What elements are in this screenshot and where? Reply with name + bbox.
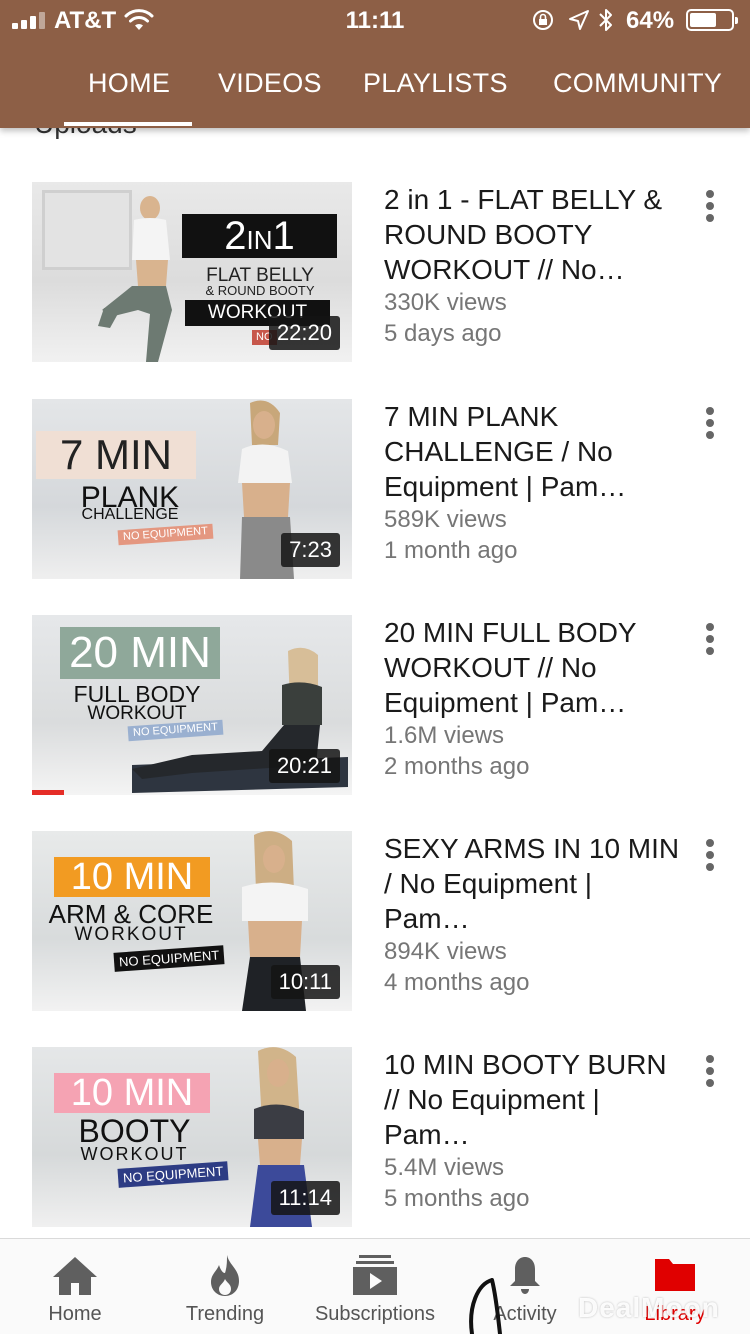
video-meta: SEXY ARMS IN 10 MIN / No Equipment | Pam…: [384, 831, 684, 998]
video-thumbnail[interactable]: 2IN1 FLAT BELLY & ROUND BOOTY WORKOUT NO…: [32, 182, 352, 362]
video-meta: 7 MIN PLANK CHALLENGE / No Equipment | P…: [384, 399, 684, 566]
nav-label: Trending: [185, 1303, 265, 1325]
thumb-subtitle-2: WORKOUT: [80, 1144, 189, 1164]
video-thumbnail[interactable]: 10 MIN BOOTY WORKOUT NO EQUIPMENT 11:14: [32, 1047, 352, 1227]
video-title[interactable]: SEXY ARMS IN 10 MIN / No Equipment | Pam…: [384, 831, 684, 936]
more-options-icon[interactable]: [696, 1053, 724, 1089]
channel-tabs: HOME VIDEOS PLAYLISTS COMMUNITY: [0, 62, 750, 128]
nav-home[interactable]: Home: [0, 1239, 150, 1334]
more-options-icon[interactable]: [696, 405, 724, 441]
more-options-icon[interactable]: [696, 837, 724, 873]
thumb-subtitle: BOOTY: [78, 1113, 191, 1149]
thumb-headline: 20 MIN: [60, 627, 220, 679]
video-age: 2 months ago: [384, 753, 530, 780]
video-item[interactable]: 10 MIN ARM & CORE WORKOUT NO EQUIPMENT 1…: [0, 831, 750, 1016]
tab-videos[interactable]: VIDEOS: [218, 68, 322, 99]
video-duration: 22:20: [268, 316, 340, 350]
video-meta: 10 MIN BOOTY BURN // No Equipment | Pam……: [384, 1047, 684, 1214]
video-item[interactable]: 20 MIN FULL BODY WORKOUT NO EQUIPMENT 20…: [0, 615, 750, 800]
thumb-headline: 10 MIN: [54, 1073, 210, 1113]
video-title[interactable]: 10 MIN BOOTY BURN // No Equipment | Pam…: [384, 1047, 684, 1152]
nav-subscriptions[interactable]: Subscriptions: [300, 1239, 450, 1334]
thumb-headline: 10 MIN: [54, 857, 210, 897]
thumb-subtitle-2: WORKOUT: [74, 924, 188, 945]
watch-progress-bar: [32, 790, 64, 795]
watermark: DealMoon: [578, 1292, 720, 1323]
status-bar: AT&T 11:11 64%: [0, 0, 750, 42]
more-options-icon[interactable]: [696, 188, 724, 224]
video-duration: 11:14: [270, 1181, 340, 1215]
tab-home[interactable]: HOME: [88, 68, 170, 99]
video-title[interactable]: 2 in 1 - FLAT BELLY & ROUND BOOTY WORKOU…: [384, 182, 684, 287]
video-duration: 10:11: [270, 965, 340, 999]
bluetooth-icon: [599, 9, 612, 31]
handwritten-stroke: [469, 1278, 502, 1334]
video-views: 1.6M views: [384, 722, 505, 749]
video-age: 5 days ago: [384, 320, 502, 347]
tab-playlists[interactable]: PLAYLISTS: [363, 68, 508, 99]
video-views: 5.4M views: [384, 1154, 505, 1181]
subscriptions-icon: [353, 1255, 397, 1295]
battery-percent: 64%: [626, 7, 675, 34]
thumb-headline: 7 MIN: [36, 431, 196, 479]
video-title[interactable]: 20 MIN FULL BODY WORKOUT // No Equipment…: [384, 615, 684, 720]
thumb-subtitle-2: CHALLENGE: [81, 506, 179, 523]
more-options-icon[interactable]: [696, 621, 724, 657]
video-meta: 2 in 1 - FLAT BELLY & ROUND BOOTY WORKOU…: [384, 182, 684, 349]
video-age: 4 months ago: [384, 969, 530, 996]
orientation-lock-icon: [533, 10, 553, 30]
flame-icon: [211, 1255, 239, 1296]
nav-label: Home: [48, 1303, 102, 1325]
channel-header: AT&T 11:11 64% HOME VIDEOS PLAYLISTS COM…: [0, 0, 750, 128]
video-title[interactable]: 7 MIN PLANK CHALLENGE / No Equipment | P…: [384, 399, 684, 504]
home-icon: [53, 1257, 97, 1295]
location-arrow-icon: [569, 10, 589, 30]
athlete-figure: [98, 196, 172, 362]
video-duration: 20:21: [268, 749, 340, 783]
video-item[interactable]: 10 MIN BOOTY WORKOUT NO EQUIPMENT 11:14 …: [0, 1047, 750, 1232]
folder-icon: [655, 1259, 695, 1291]
video-age: 1 month ago: [384, 537, 518, 564]
nav-trending[interactable]: Trending: [150, 1239, 300, 1334]
video-duration: 7:23: [281, 533, 340, 567]
video-item[interactable]: 7 MIN PLANK CHALLENGE NO EQUIPMENT 7:23 …: [0, 399, 750, 584]
video-views: 589K views: [384, 506, 507, 533]
video-age: 5 months ago: [384, 1185, 530, 1212]
video-views: 330K views: [384, 289, 507, 316]
video-item[interactable]: 2IN1 FLAT BELLY & ROUND BOOTY WORKOUT NO…: [0, 182, 750, 367]
thumb-subtitle-2: & ROUND BOOTY: [205, 283, 315, 298]
video-meta: 20 MIN FULL BODY WORKOUT // No Equipment…: [384, 615, 684, 782]
battery-icon: [686, 9, 738, 31]
thumb-subtitle-2: WORKOUT: [87, 703, 187, 724]
youtube-channel-screen: AT&T 11:11 64% HOME VIDEOS PLAYLISTS COM…: [0, 0, 750, 1334]
video-thumbnail[interactable]: 20 MIN FULL BODY WORKOUT NO EQUIPMENT 20…: [32, 615, 352, 795]
thumb-headline: 2IN1: [182, 214, 337, 258]
video-thumbnail[interactable]: 10 MIN ARM & CORE WORKOUT NO EQUIPMENT 1…: [32, 831, 352, 1011]
video-views: 894K views: [384, 938, 507, 965]
tab-community[interactable]: COMMUNITY: [553, 68, 722, 99]
nav-label: Subscriptions: [314, 1303, 436, 1325]
selected-tab-indicator: [64, 122, 192, 126]
video-thumbnail[interactable]: 7 MIN PLANK CHALLENGE NO EQUIPMENT 7:23: [32, 399, 352, 579]
